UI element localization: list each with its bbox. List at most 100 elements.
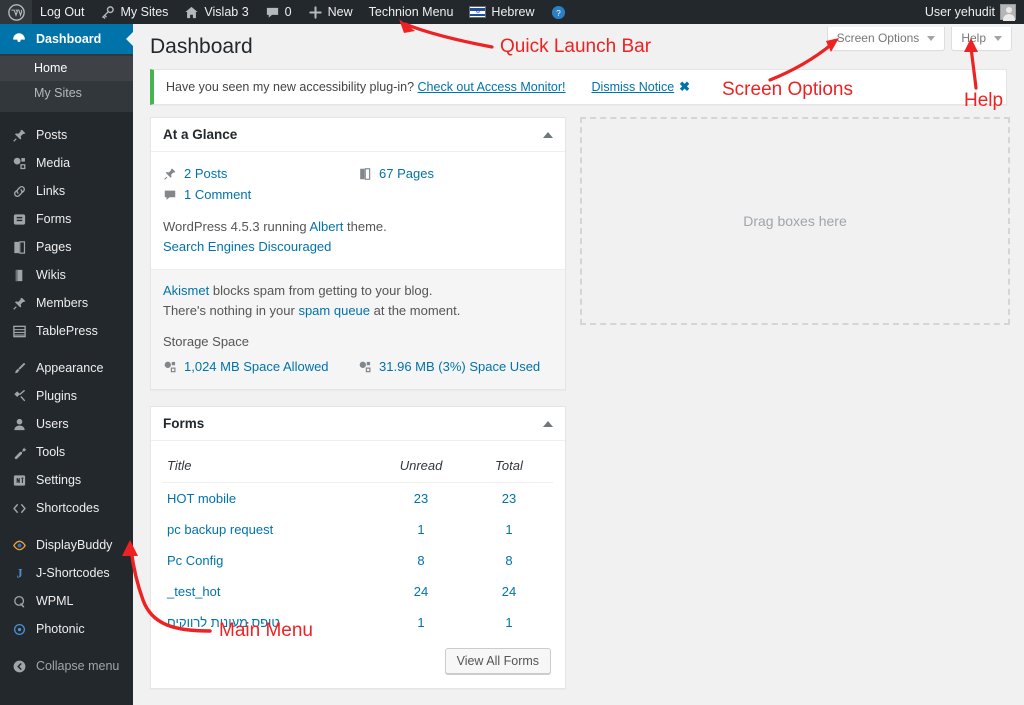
form-title-cell[interactable]: Pc Config	[163, 545, 377, 576]
theme-link[interactable]: Albert	[309, 219, 343, 234]
sidebar-item-posts[interactable]: Posts	[0, 121, 133, 149]
glance-comments[interactable]: 1 Comment	[163, 184, 358, 205]
storage-allowed[interactable]: 1,024 MB Space Allowed	[163, 357, 358, 377]
sidebar-item-tools[interactable]: Tools	[0, 438, 133, 466]
glance-pages[interactable]: 67 Pages	[358, 163, 553, 184]
admin-bar-logout[interactable]: Log Out	[32, 0, 92, 24]
main-menu[interactable]: Dashboard Home My Sites Posts Media Link…	[0, 24, 134, 705]
form-unread-link[interactable]: 24	[414, 584, 428, 599]
collapse-menu-button[interactable]: Collapse menu	[0, 652, 133, 680]
form-unread-link[interactable]: 23	[414, 491, 428, 506]
admin-bar-language-switcher[interactable]: ✡ Hebrew	[461, 0, 542, 24]
table-row[interactable]: pc backup request 1 1	[163, 514, 553, 545]
form-unread-cell[interactable]: 23	[377, 483, 465, 515]
table-row[interactable]: טופס מעונות לרווקים 1 1	[163, 607, 553, 638]
form-total-cell[interactable]: 24	[465, 576, 553, 607]
form-total-cell[interactable]: 1	[465, 514, 553, 545]
table-row[interactable]: _test_hot 24 24	[163, 576, 553, 607]
form-unread-cell[interactable]: 1	[377, 514, 465, 545]
wordpress-logo-icon	[8, 3, 25, 21]
search-engines-link[interactable]: Search Engines Discouraged	[163, 239, 331, 254]
plug-icon	[9, 389, 29, 404]
sidebar-subitem-my-sites[interactable]: My Sites	[0, 81, 133, 106]
form-total-link[interactable]: 23	[502, 491, 516, 506]
avatar	[1000, 4, 1016, 21]
form-unread-cell[interactable]: 24	[377, 576, 465, 607]
form-unread-cell[interactable]: 1	[377, 607, 465, 638]
close-x-icon[interactable]: ✖	[679, 79, 690, 95]
sidebar-item-users[interactable]: Users	[0, 410, 133, 438]
form-unread-cell[interactable]: 8	[377, 545, 465, 576]
form-total-link[interactable]: 1	[505, 615, 512, 630]
dismiss-notice-link[interactable]: Dismiss Notice	[592, 80, 675, 94]
form-total-cell[interactable]: 1	[465, 607, 553, 638]
chevron-up-icon[interactable]	[543, 420, 554, 427]
form-total-cell[interactable]: 23	[465, 483, 553, 515]
admin-bar-site-name[interactable]: Vislab 3	[176, 0, 256, 24]
table-row[interactable]: HOT mobile 23 23	[163, 483, 553, 515]
admin-bar-new[interactable]: New	[300, 0, 361, 24]
akismet-link[interactable]: Akismet	[163, 283, 209, 298]
form-total-link[interactable]: 8	[505, 553, 512, 568]
glance-posts[interactable]: 2 Posts	[163, 163, 358, 184]
sidebar-item-forms[interactable]: Forms	[0, 205, 133, 233]
form-title-link[interactable]: Pc Config	[167, 553, 223, 568]
sidebar-item-dashboard[interactable]: Dashboard	[0, 24, 134, 54]
form-total-cell[interactable]: 8	[465, 545, 553, 576]
sidebar-item-media[interactable]: Media	[0, 149, 133, 177]
form-title-link[interactable]: HOT mobile	[167, 491, 236, 506]
storage-used[interactable]: 31.96 MB (3%) Space Used	[358, 357, 553, 377]
form-total-link[interactable]: 24	[502, 584, 516, 599]
chevron-down-icon	[927, 35, 936, 41]
sidebar-item-photonic[interactable]: Photonic	[0, 615, 133, 643]
form-unread-link[interactable]: 1	[417, 615, 424, 630]
sidebar-item-wikis[interactable]: Wikis	[0, 261, 133, 289]
table-row[interactable]: Pc Config 8 8	[163, 545, 553, 576]
sidebar-item-tablepress[interactable]: TablePress	[0, 317, 133, 345]
sidebar-item-j-shortcodes[interactable]: J J-Shortcodes	[0, 559, 133, 587]
screen-options-button[interactable]: Screen Options	[826, 27, 946, 51]
admin-bar-my-sites[interactable]: My Sites	[92, 0, 176, 24]
chevron-up-icon[interactable]	[543, 131, 554, 138]
form-title-cell[interactable]: _test_hot	[163, 576, 377, 607]
admin-bar-technion-menu[interactable]: Technion Menu	[361, 0, 462, 24]
wordpress-logo-button[interactable]	[0, 0, 32, 24]
sidebar-item-appearance[interactable]: Appearance	[0, 354, 133, 382]
sidebar-item-pages[interactable]: Pages	[0, 233, 133, 261]
sidebar-item-settings[interactable]: Settings	[0, 466, 133, 494]
admin-bar-user-account[interactable]: User yehudit	[917, 0, 1024, 24]
quick-launch-bar[interactable]: Log Out My Sites Vislab 3 0 New Technion…	[0, 0, 1024, 24]
notice-link-access-monitor[interactable]: Check out Access Monitor!	[418, 80, 566, 94]
version-suffix: theme.	[343, 219, 387, 234]
form-title-link[interactable]: טופס מעונות לרווקים	[167, 615, 280, 630]
forms-widget-header[interactable]: Forms	[151, 407, 566, 441]
form-title-cell[interactable]: pc backup request	[163, 514, 377, 545]
sidebar-item-plugins[interactable]: Plugins	[0, 382, 133, 410]
sidebar-item-members[interactable]: Members	[0, 289, 133, 317]
form-title-cell[interactable]: HOT mobile	[163, 483, 377, 515]
help-button[interactable]: Help	[951, 27, 1012, 51]
sidebar-subitem-home[interactable]: Home	[0, 56, 133, 81]
at-a-glance-counts: 2 Posts 67 Pages 1 Comment	[163, 163, 553, 205]
dashboard-submenu[interactable]: Home My Sites	[0, 54, 133, 112]
sidebar-item-settings-label: Settings	[36, 473, 82, 487]
form-title-link[interactable]: _test_hot	[167, 584, 221, 599]
sidebar-item-wpml[interactable]: WPML	[0, 587, 133, 615]
sidebar-item-links[interactable]: Links	[0, 177, 133, 205]
widget-dropzone[interactable]: Drag boxes here	[580, 117, 1010, 325]
form-total-link[interactable]: 1	[505, 522, 512, 537]
screen-meta-links[interactable]: Screen Options Help	[826, 27, 1012, 51]
view-all-forms-button[interactable]: View All Forms	[444, 648, 552, 674]
admin-bar-comments[interactable]: 0	[257, 0, 300, 24]
dashboard-columns: At a Glance 2 Posts 67 Pages 1 Comment W…	[150, 117, 1010, 705]
sidebar-item-displaybuddy[interactable]: DisplayBuddy	[0, 531, 133, 559]
admin-bar-comments-count: 0	[284, 5, 292, 19]
spam-queue-link[interactable]: spam queue	[298, 303, 370, 318]
form-unread-link[interactable]: 1	[417, 522, 424, 537]
sidebar-item-shortcodes[interactable]: Shortcodes	[0, 494, 133, 522]
form-title-cell[interactable]: טופס מעונות לרווקים	[163, 607, 377, 638]
form-title-link[interactable]: pc backup request	[167, 522, 273, 537]
at-a-glance-header[interactable]: At a Glance	[151, 118, 566, 152]
form-unread-link[interactable]: 8	[417, 553, 424, 568]
admin-bar-help-button[interactable]: ?	[543, 0, 574, 24]
